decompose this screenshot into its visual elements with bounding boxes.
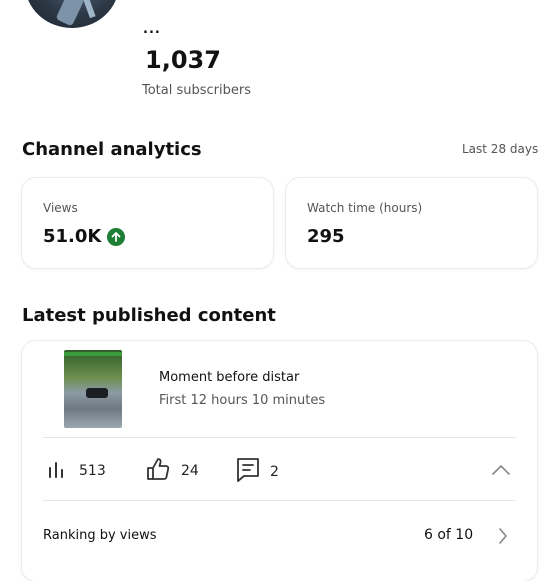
collapse-chevron-up-icon[interactable] xyxy=(491,462,511,481)
thumbnail-car xyxy=(86,388,108,398)
bar-chart-icon xyxy=(47,459,69,483)
card-divider-2 xyxy=(43,500,516,501)
watch-time-label: Watch time (hours) xyxy=(307,201,423,215)
views-value-row: 51.0K xyxy=(43,226,126,247)
thumbnail-overlay-bar xyxy=(64,352,122,356)
comment-icon xyxy=(236,457,260,487)
watch-time-card[interactable]: Watch time (hours) 295 xyxy=(286,178,537,268)
views-stat: 513 xyxy=(47,459,106,483)
channel-avatar[interactable] xyxy=(25,0,119,28)
subscriber-count: 1,037 xyxy=(145,46,221,74)
video-thumbnail[interactable] xyxy=(64,350,122,428)
video-time-window: First 12 hours 10 minutes xyxy=(159,393,326,408)
views-card[interactable]: Views 51.0K xyxy=(22,178,273,268)
analytics-title: Channel analytics xyxy=(22,139,202,160)
avatar-figure xyxy=(55,0,85,27)
likes-stat: 24 xyxy=(145,457,199,485)
comments-stat-value: 2 xyxy=(270,464,279,480)
trend-up-icon xyxy=(107,227,126,246)
ranking-value: 6 of 10 xyxy=(424,527,474,543)
views-label: Views xyxy=(43,201,78,215)
card-divider xyxy=(43,437,516,438)
views-value: 51.0K xyxy=(43,226,102,247)
latest-content-title: Latest published content xyxy=(22,305,276,326)
subscriber-label: Total subscribers xyxy=(142,83,252,98)
channel-name: ... xyxy=(143,22,161,37)
watch-time-value: 295 xyxy=(307,226,345,247)
chevron-right-icon[interactable] xyxy=(497,527,509,549)
likes-stat-value: 24 xyxy=(181,463,199,479)
comments-stat: 2 xyxy=(236,457,279,487)
thumbs-up-icon xyxy=(145,457,171,485)
ranking-label: Ranking by views xyxy=(43,528,157,543)
video-title[interactable]: Moment before distar xyxy=(159,370,299,385)
views-stat-value: 513 xyxy=(79,463,106,479)
analytics-range[interactable]: Last 28 days xyxy=(462,142,538,156)
